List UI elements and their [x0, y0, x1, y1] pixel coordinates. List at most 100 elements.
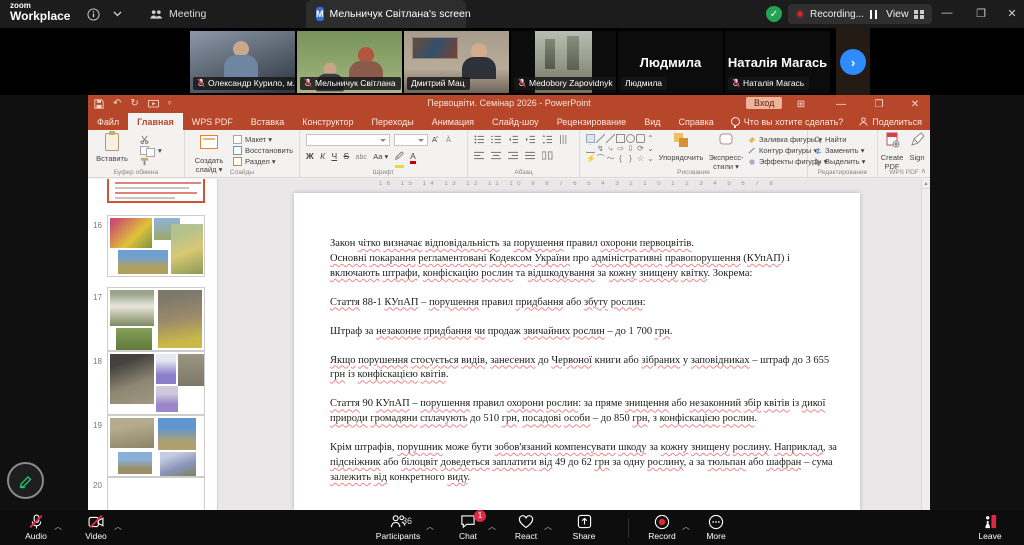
create-pdf-button[interactable]: Create PDF	[878, 132, 906, 171]
record-button[interactable]: Record ︿	[634, 513, 690, 541]
close-button[interactable]: ✕	[997, 0, 1024, 26]
cut-button[interactable]	[140, 134, 162, 145]
video-button[interactable]: Video ︿	[68, 513, 124, 541]
chat-options-chevron[interactable]: ︿	[488, 521, 496, 532]
leave-button[interactable]: Leave	[962, 513, 1018, 541]
video-tile-camera-off[interactable]: Людмила Людмила	[618, 31, 723, 93]
tab-slideshow[interactable]: Слайд-шоу	[483, 113, 548, 130]
video-options-chevron[interactable]: ︿	[114, 521, 122, 532]
audio-button[interactable]: Audio ︿	[8, 513, 64, 541]
ribbon-display-options-icon[interactable]: ⊞	[788, 95, 814, 113]
line-spacing-icon[interactable]	[542, 135, 553, 144]
section-button[interactable]: Раздел ▾	[233, 156, 293, 167]
tab-review[interactable]: Рецензирование	[548, 113, 636, 130]
layout-button[interactable]: Макет ▾	[233, 134, 293, 145]
slide-thumbnail[interactable]	[107, 415, 205, 477]
info-icon[interactable]	[84, 5, 102, 23]
video-tile[interactable]: Medobory Zapovidnyk	[511, 31, 616, 93]
participants-options-chevron[interactable]: ︿	[426, 521, 434, 532]
next-participants-button[interactable]: ›	[840, 49, 866, 75]
video-tile-camera-off[interactable]: Наталія Магась Наталія Магась	[725, 31, 830, 93]
align-center-icon[interactable]	[491, 151, 502, 160]
slide-thumbnail-panel[interactable]: 16 17 18	[88, 179, 218, 510]
new-slide-button[interactable]: Создать слайд ▾	[188, 132, 230, 174]
sign-in-button[interactable]: Вход	[746, 97, 782, 109]
copy-button[interactable]: ▾	[140, 145, 162, 156]
react-options-chevron[interactable]: ︿	[544, 521, 552, 532]
format-painter-button[interactable]	[140, 156, 162, 167]
tab-insert[interactable]: Вставка	[242, 113, 293, 130]
tab-help[interactable]: Справка	[669, 113, 722, 130]
tab-shared-screen[interactable]: M Мельничук Світлана's screen	[306, 0, 466, 28]
collapse-ribbon-icon[interactable]: ∧	[921, 167, 926, 175]
strikethrough-button[interactable]: S	[344, 151, 350, 161]
font-size-select[interactable]	[394, 134, 428, 146]
chevron-down-icon[interactable]	[108, 5, 126, 23]
font-name-select[interactable]	[306, 134, 390, 146]
video-tile[interactable]: Олександр Курило, м...	[190, 31, 295, 93]
tab-animations[interactable]: Анимация	[423, 113, 483, 130]
columns-icon[interactable]	[542, 151, 553, 160]
indent-increase-icon[interactable]	[525, 135, 536, 144]
tab-meeting[interactable]: Meeting	[140, 0, 216, 28]
slide-thumbnail[interactable]	[107, 351, 205, 415]
shapes-gallery[interactable]: ⌃ ↯⤷⇨⇩⟳⌄ ⚡⌒〜{}☆⌄	[586, 134, 655, 163]
find-button[interactable]: Найти	[814, 134, 865, 145]
audio-options-chevron[interactable]: ︿	[54, 521, 62, 532]
text-shadow-button[interactable]: abc	[356, 154, 367, 161]
ppt-minimize-button[interactable]: —	[828, 95, 854, 113]
share-screen-button[interactable]: Share	[556, 513, 612, 541]
slide-thumbnail-selected[interactable]	[107, 179, 205, 203]
restore-button[interactable]: ❐	[966, 0, 996, 26]
chat-button[interactable]: 1 Chat ︿	[440, 513, 496, 541]
justify-icon[interactable]	[525, 151, 536, 160]
paste-button[interactable]: Вставить	[92, 132, 132, 163]
numbering-icon[interactable]	[491, 135, 502, 144]
participants-button[interactable]: 36 Participants ︿	[366, 513, 430, 541]
italic-button[interactable]: К	[320, 151, 325, 161]
shrink-font-button[interactable]: А̌	[446, 135, 451, 144]
tab-view[interactable]: Вид	[635, 113, 669, 130]
more-button[interactable]: More	[688, 513, 744, 541]
ppt-close-button[interactable]: ✕	[902, 95, 928, 113]
vertical-scrollbar[interactable]: ▴	[921, 179, 930, 510]
ppt-restore-button[interactable]: ❐	[866, 95, 892, 113]
slide-thumbnail[interactable]	[107, 477, 205, 510]
grow-font-button[interactable]: А̂	[432, 135, 437, 144]
video-tile-active-speaker[interactable]: Дмитрий Мац	[404, 31, 509, 93]
react-button[interactable]: React ︿	[498, 513, 554, 541]
slide-text-block[interactable]: Закон чітко визначає відповідальність за…	[330, 237, 838, 486]
share-button[interactable]: Поделиться	[859, 113, 922, 130]
tab-home[interactable]: Главная	[128, 113, 183, 130]
tab-design[interactable]: Конструктор	[293, 113, 362, 130]
tab-transitions[interactable]: Переходы	[363, 113, 423, 130]
arrange-button[interactable]: Упорядочить	[658, 132, 704, 162]
align-left-icon[interactable]	[474, 151, 485, 160]
replace-button[interactable]: Заменить ▾	[814, 145, 865, 156]
tell-me-search[interactable]: Что вы хотите сделать?	[723, 113, 852, 130]
tab-file[interactable]: Файл	[88, 113, 128, 130]
annotate-button[interactable]	[7, 462, 44, 499]
bullets-icon[interactable]	[474, 135, 485, 144]
indent-decrease-icon[interactable]	[508, 135, 519, 144]
minimize-button[interactable]: —	[932, 0, 962, 26]
tab-wps-pdf[interactable]: WPS PDF	[183, 113, 242, 130]
scroll-up-icon[interactable]: ▴	[922, 179, 930, 189]
highlight-color-button[interactable]: 🖉	[395, 151, 404, 168]
slide-page[interactable]: Закон чітко визначає відповідальність за…	[294, 193, 860, 510]
align-right-icon[interactable]	[508, 151, 519, 160]
select-button[interactable]: Выделить ▾	[814, 156, 865, 167]
change-case-button[interactable]: Аа ▾	[373, 152, 388, 161]
font-color-button[interactable]: А	[410, 151, 416, 164]
security-shield-icon[interactable]: ✓	[766, 6, 782, 22]
underline-button[interactable]: Ч	[331, 151, 337, 161]
quick-styles-button[interactable]: Экспресс- стили ▾	[706, 132, 746, 171]
pause-recording-icon[interactable]	[870, 10, 877, 19]
video-tile[interactable]: Мельничук Світлана	[297, 31, 402, 93]
bold-button[interactable]: Ж	[306, 151, 314, 161]
slide-thumbnail[interactable]	[107, 287, 205, 351]
slide-thumbnail[interactable]	[107, 215, 205, 277]
text-direction-icon[interactable]	[559, 135, 570, 144]
sign-button[interactable]: Sign	[906, 132, 928, 162]
view-button[interactable]: View	[878, 4, 932, 24]
